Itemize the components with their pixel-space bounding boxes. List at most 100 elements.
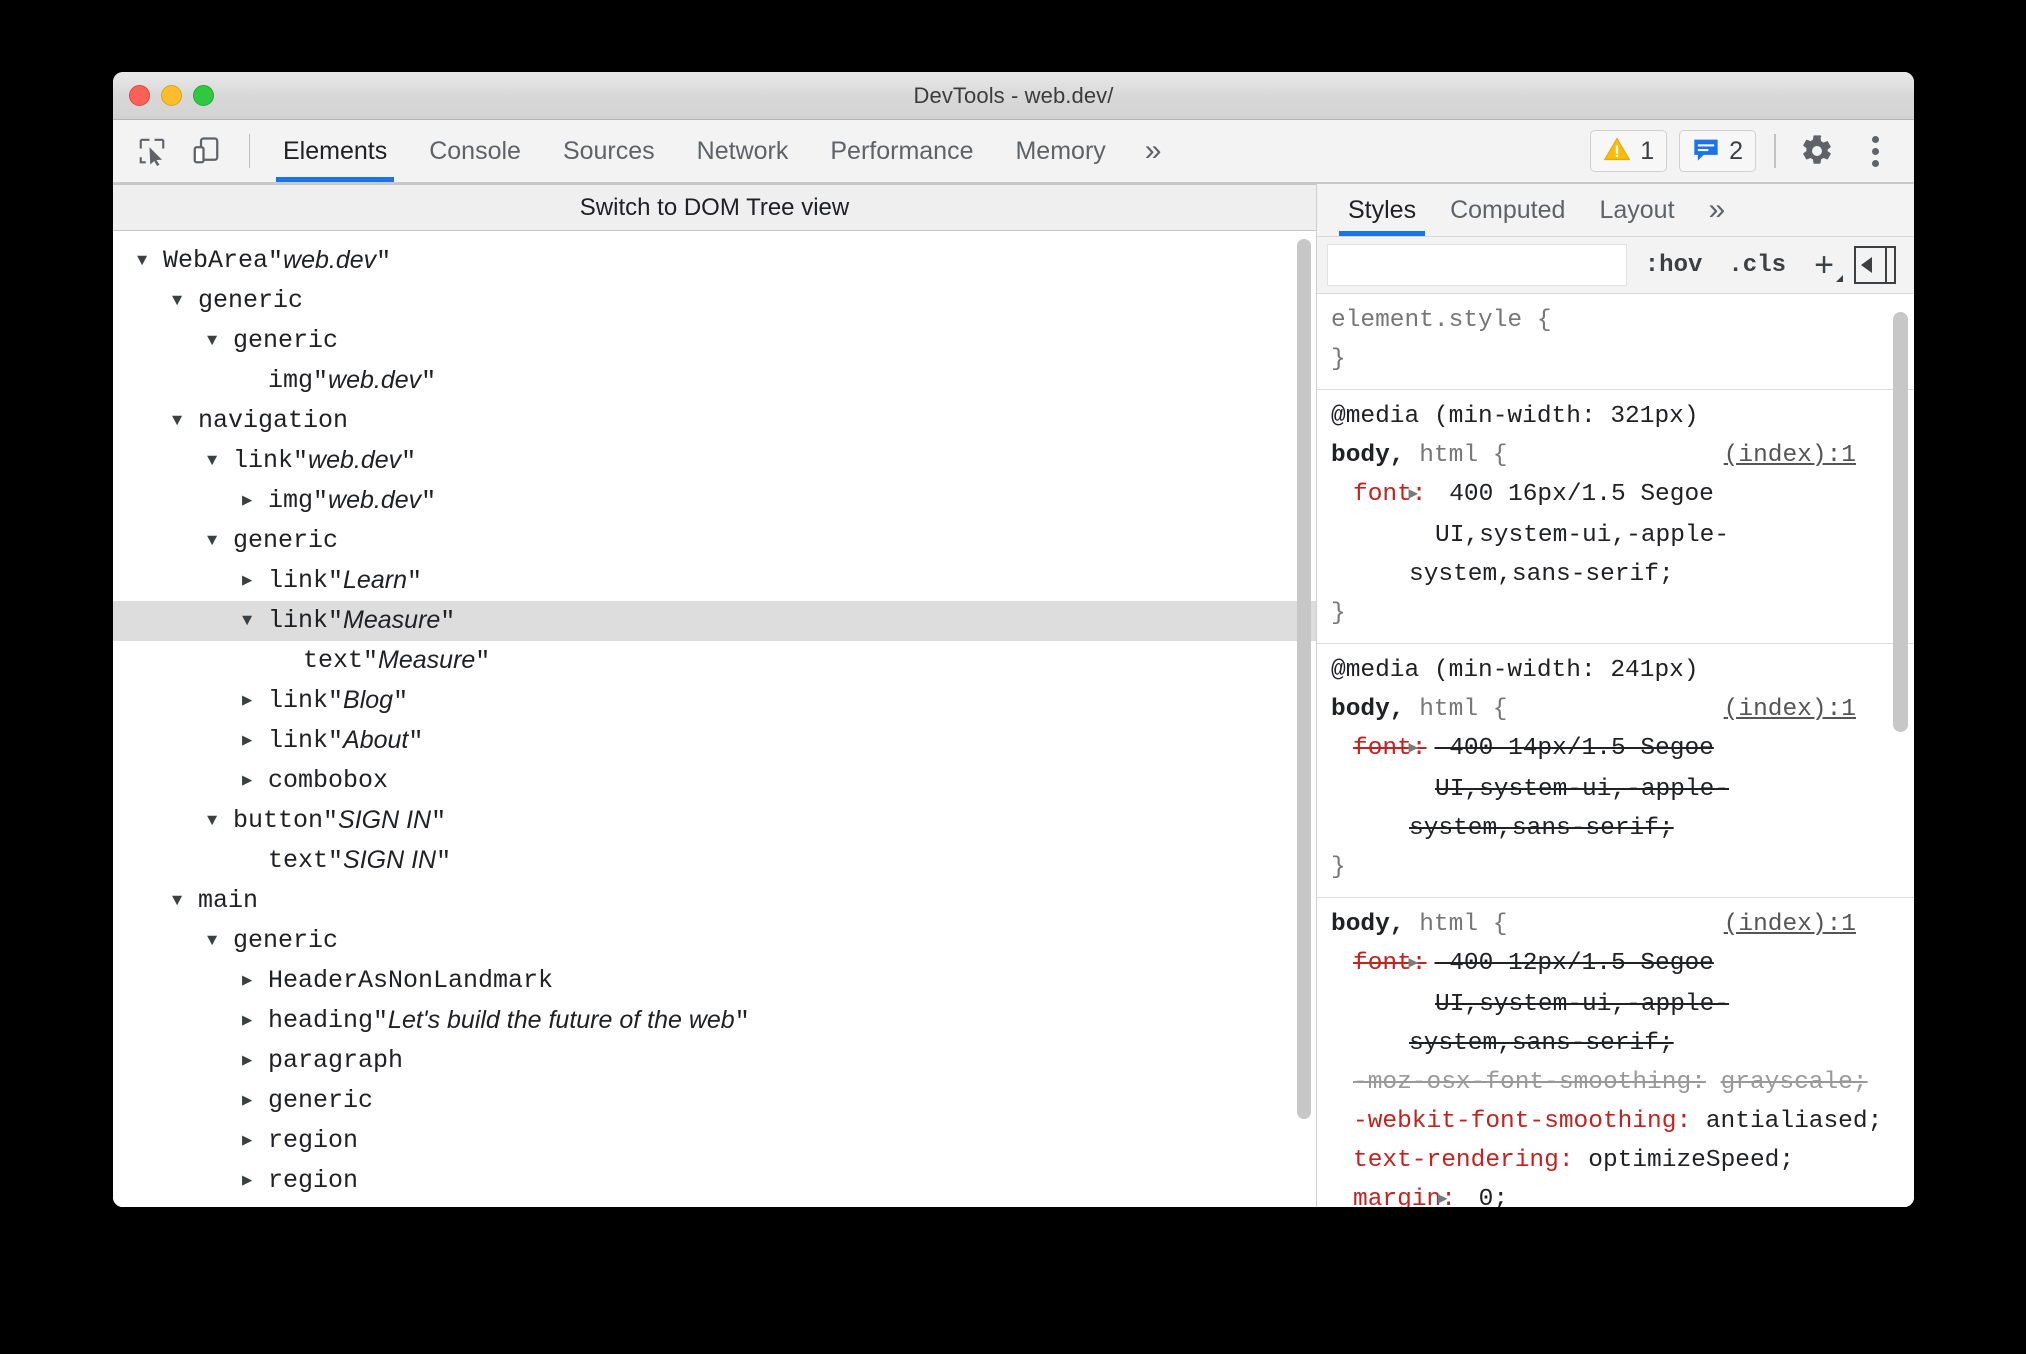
stylesheet-origin-link[interactable]: (index):1 bbox=[1724, 905, 1856, 944]
tree-row[interactable]: ▶ link "Learn" bbox=[113, 561, 1316, 601]
chevron-down-icon[interactable]: ▼ bbox=[172, 413, 198, 430]
tree-row[interactable]: text "SIGN IN" bbox=[113, 841, 1316, 881]
chevron-right-icon[interactable]: ▶ bbox=[242, 733, 268, 750]
tree-row[interactable]: ▶ link "Blog" bbox=[113, 681, 1316, 721]
tree-row[interactable]: ▼ generic bbox=[113, 321, 1316, 361]
tree-scrollbar-thumb[interactable] bbox=[1297, 239, 1311, 1119]
chevron-down-icon[interactable]: ▼ bbox=[207, 333, 233, 350]
css-property-value[interactable]: 0; bbox=[1464, 1186, 1508, 1207]
chevron-down-icon[interactable]: ▼ bbox=[207, 453, 233, 470]
new-style-rule-button[interactable]: + bbox=[1804, 245, 1844, 285]
tree-row[interactable]: ▶region bbox=[113, 1121, 1316, 1161]
css-property-name[interactable]: -webkit-font-smoothing: bbox=[1353, 1108, 1691, 1135]
tree-row[interactable]: ▼ generic bbox=[113, 521, 1316, 561]
filter-input[interactable] bbox=[1327, 244, 1627, 286]
chevron-down-icon[interactable]: ▼ bbox=[137, 253, 163, 270]
tree-row[interactable]: ▶region bbox=[113, 1201, 1316, 1207]
tab-network[interactable]: Network bbox=[676, 120, 810, 182]
chevron-right-icon[interactable]: ▶ bbox=[242, 1173, 268, 1190]
cls-button[interactable]: .cls bbox=[1720, 252, 1794, 279]
css-property-value[interactable]: antialiased; bbox=[1706, 1108, 1882, 1135]
tree-row[interactable]: ▼ link "Measure" bbox=[113, 601, 1316, 641]
expand-shorthand-icon[interactable]: ▶ bbox=[1409, 475, 1435, 514]
tab-sources[interactable]: Sources bbox=[542, 120, 676, 182]
chevron-right-icon[interactable]: ▶ bbox=[242, 1013, 268, 1030]
minimize-window-button[interactable] bbox=[161, 85, 182, 106]
stylesheet-origin-link[interactable]: (index):1 bbox=[1724, 690, 1856, 729]
tree-row[interactable]: ▼ link "web.dev" bbox=[113, 441, 1316, 481]
tree-row[interactable]: ▶ combobox bbox=[113, 761, 1316, 801]
css-property-value[interactable]: 400 12px/1.5 Segoe bbox=[1435, 950, 1714, 977]
chevron-right-icon[interactable]: ▶ bbox=[242, 493, 268, 510]
css-declaration[interactable]: -moz-osx-font-smoothing: grayscale; bbox=[1317, 1063, 1914, 1102]
tree-scrollbar[interactable] bbox=[1297, 239, 1311, 1179]
tree-row[interactable]: ▶ HeaderAsNonLandmark bbox=[113, 961, 1316, 1001]
css-property-value[interactable]: grayscale; bbox=[1721, 1069, 1868, 1096]
expand-shorthand-icon[interactable]: ▶ bbox=[1409, 729, 1435, 768]
chevron-right-icon[interactable]: ▶ bbox=[242, 1133, 268, 1150]
tree-row[interactable]: ▶ generic bbox=[113, 1081, 1316, 1121]
device-toolbar-icon[interactable] bbox=[183, 129, 229, 173]
inspect-element-icon[interactable] bbox=[129, 129, 175, 173]
tree-row[interactable]: ▼ navigation bbox=[113, 401, 1316, 441]
switch-to-dom-tree-button[interactable]: Switch to DOM Tree view bbox=[113, 184, 1316, 231]
messages-badge[interactable]: 2 bbox=[1679, 130, 1756, 172]
tab-styles[interactable]: Styles bbox=[1331, 184, 1433, 236]
chevron-down-icon[interactable]: ▼ bbox=[172, 293, 198, 310]
collapse-sidebar-icon[interactable] bbox=[1854, 246, 1896, 284]
chevron-right-icon[interactable]: ▶ bbox=[242, 693, 268, 710]
tree-row[interactable]: img "web.dev" bbox=[113, 361, 1316, 401]
chevron-down-icon[interactable]: ▼ bbox=[207, 933, 233, 950]
chevron-down-icon[interactable]: ▼ bbox=[172, 893, 198, 910]
tab-layout[interactable]: Layout bbox=[1582, 184, 1691, 236]
tree-row[interactable]: ▼ main bbox=[113, 881, 1316, 921]
tree-row[interactable]: ▶ paragraph bbox=[113, 1041, 1316, 1081]
gear-icon[interactable] bbox=[1794, 128, 1840, 174]
tab-console[interactable]: Console bbox=[408, 120, 542, 182]
css-property-value[interactable]: optimizeSpeed; bbox=[1588, 1147, 1794, 1174]
tree-row[interactable]: text "Measure" bbox=[113, 641, 1316, 681]
tab-memory[interactable]: Memory bbox=[994, 120, 1126, 182]
close-window-button[interactable] bbox=[129, 85, 150, 106]
hov-button[interactable]: :hov bbox=[1637, 252, 1711, 279]
tab-performance[interactable]: Performance bbox=[809, 120, 994, 182]
chevron-right-icon[interactable]: ▶ bbox=[242, 973, 268, 990]
maximize-window-button[interactable] bbox=[193, 85, 214, 106]
tree-row[interactable]: ▶region bbox=[113, 1161, 1316, 1201]
styles-scrollbar[interactable] bbox=[1893, 312, 1908, 1192]
stylesheet-origin-link[interactable]: (index):1 bbox=[1724, 436, 1856, 475]
expand-shorthand-icon[interactable]: ▶ bbox=[1409, 944, 1435, 983]
more-sidebar-tabs-icon[interactable]: » bbox=[1692, 184, 1741, 236]
tree-row[interactable]: ▼ WebArea "web.dev" bbox=[113, 241, 1316, 281]
css-declaration[interactable]: font:▶ 400 14px/1.5 Segoe bbox=[1317, 729, 1914, 770]
styles-scrollbar-thumb[interactable] bbox=[1893, 312, 1908, 732]
chevron-down-icon[interactable]: ▼ bbox=[207, 533, 233, 550]
tree-row[interactable]: ▼ generic bbox=[113, 921, 1316, 961]
more-tabs-icon[interactable]: » bbox=[1127, 120, 1178, 182]
css-declaration[interactable]: font:▶ 400 12px/1.5 Segoe bbox=[1317, 944, 1914, 985]
css-property-value[interactable]: 400 14px/1.5 Segoe bbox=[1435, 735, 1714, 762]
chevron-right-icon[interactable]: ▶ bbox=[242, 1053, 268, 1070]
css-declaration[interactable]: margin:▶ 0; bbox=[1317, 1180, 1914, 1207]
css-property-name[interactable]: -moz-osx-font-smoothing: bbox=[1353, 1069, 1706, 1096]
css-declaration[interactable]: -webkit-font-smoothing: antialiased; bbox=[1317, 1102, 1914, 1141]
chevron-down-icon[interactable]: ▼ bbox=[207, 813, 233, 830]
tab-elements[interactable]: Elements bbox=[262, 120, 408, 182]
expand-shorthand-icon[interactable]: ▶ bbox=[1438, 1180, 1464, 1207]
chevron-right-icon[interactable]: ▶ bbox=[242, 773, 268, 790]
tree-row[interactable]: ▶ img "web.dev" bbox=[113, 481, 1316, 521]
tree-row[interactable]: ▼ button "SIGN IN" bbox=[113, 801, 1316, 841]
chevron-right-icon[interactable]: ▶ bbox=[242, 573, 268, 590]
css-property-value[interactable]: 400 16px/1.5 Segoe bbox=[1435, 481, 1714, 508]
css-property-name[interactable]: text-rendering: bbox=[1353, 1147, 1574, 1174]
tree-row[interactable]: ▶ link "About" bbox=[113, 721, 1316, 761]
css-declaration[interactable]: text-rendering: optimizeSpeed; bbox=[1317, 1141, 1914, 1180]
tree-row[interactable]: ▶ heading "Let's build the future of the … bbox=[113, 1001, 1316, 1041]
css-declaration[interactable]: font:▶ 400 16px/1.5 Segoe bbox=[1317, 475, 1914, 516]
warnings-badge[interactable]: 1 bbox=[1590, 130, 1668, 172]
tree-row[interactable]: ▼ generic bbox=[113, 281, 1316, 321]
chevron-down-icon[interactable]: ▼ bbox=[242, 613, 268, 630]
tab-computed[interactable]: Computed bbox=[1433, 184, 1582, 236]
kebab-menu-icon[interactable] bbox=[1852, 128, 1898, 174]
chevron-right-icon[interactable]: ▶ bbox=[242, 1093, 268, 1110]
